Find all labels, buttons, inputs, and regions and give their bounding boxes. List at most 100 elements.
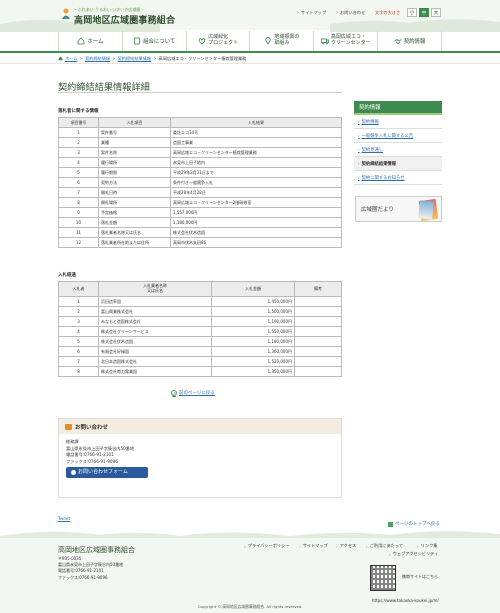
table-cell: 平成29年3月31日まで xyxy=(170,167,342,178)
contact-body: 総務課 富山県氷見市上田子字筱谷内50番地 電話番号:0766-91-2101 … xyxy=(59,434,341,483)
table-cell: 7 xyxy=(58,356,99,367)
table-cell: 2 xyxy=(58,137,99,148)
winner-info-table: 項目番号 入札項目 入札結果 1 案件番号 委託エコ34号 2 業種 造園工事業 3 案件名称… xyxy=(58,117,342,248)
table-row: 9 予定価格 1,557,000円 xyxy=(58,207,342,218)
table-cell: 5 xyxy=(58,167,99,178)
contact-box: お問い合わせ 総務課 富山県氷見市上田子字筱谷内50番地 電話番号:0766-9… xyxy=(58,418,342,498)
sidebar-item-results[interactable]: › 契約締結結果情報 xyxy=(354,157,442,171)
table-cell xyxy=(294,336,342,347)
sidebar-item-contract-info[interactable]: › 契約情報 xyxy=(354,115,442,129)
table-cell: 1,350,000円 xyxy=(211,366,295,377)
site-title[interactable]: 高岡地区広域圏事務組合 xyxy=(74,13,175,26)
back-link[interactable]: ↺ 前のページに戻る xyxy=(171,390,215,396)
table-cell: 造園工事業 xyxy=(170,137,342,148)
table-cell: 開札日時 xyxy=(98,187,171,198)
nav-contracts[interactable]: 契約情報 xyxy=(378,31,442,51)
table-cell xyxy=(294,316,342,327)
table-row: 8 開札場所 高岡広域エコ・クリーンセンター2階研修室 xyxy=(58,197,342,208)
table-cell: 株式会社帯刀電業園 xyxy=(98,366,212,377)
table-cell: 1 xyxy=(58,127,99,138)
util-link-sitemap[interactable]: › サイトマップ xyxy=(297,10,326,16)
logo-icon[interactable] xyxy=(61,8,71,20)
table-cell: 11 xyxy=(58,227,99,238)
table-cell: 10 xyxy=(58,217,99,228)
pagetop-link[interactable]: ページのトップへ戻る xyxy=(388,521,440,527)
breadcrumb-separator: > xyxy=(112,56,116,61)
breadcrumb-separator: > xyxy=(153,56,157,61)
contact-form-button[interactable]: お問い合わせフォーム xyxy=(66,467,148,478)
copyright: Copyright © 高岡地区広域圏事務組合. All rights rese… xyxy=(197,604,303,609)
table-cell: 1,360,000円 xyxy=(211,346,295,357)
font-size-large-button[interactable]: 大 xyxy=(431,8,441,17)
table-header: 備考 xyxy=(294,281,342,297)
table-cell: 1,557,000円 xyxy=(170,207,342,218)
table-cell: 1,190,000円 xyxy=(211,316,295,327)
nav-greening[interactable]: 広域緑化 プロジェクト xyxy=(187,31,251,51)
table-row: 7 開札日時 平成28年4月28日 xyxy=(58,187,342,198)
contact-heading: お問い合わせ xyxy=(59,419,341,434)
table-cell xyxy=(294,296,342,307)
table-cell: 5 xyxy=(58,336,99,347)
footer-link-access[interactable]: › アクセス xyxy=(336,543,356,549)
divider xyxy=(58,92,342,93)
qr-note: 携帯サイトはこちら xyxy=(402,574,438,579)
table-header: 項目番号 xyxy=(58,117,99,128)
qr-code xyxy=(370,565,396,591)
location-pin-icon xyxy=(265,37,272,45)
sidebar-heading: 契約情報 xyxy=(354,101,442,115)
table-cell: 平成28年4月28日 xyxy=(170,187,342,198)
table-row: 2 富山興業株式会社 1,500,000円 xyxy=(58,306,342,317)
footer-link-privacy[interactable]: › プライバシーポリシー xyxy=(244,543,289,549)
nav-regional[interactable]: 地域振興の 取組み xyxy=(250,31,315,51)
nav-home[interactable]: ホーム xyxy=(58,31,123,51)
page-title: 契約締結結果情報詳細 xyxy=(58,82,150,93)
breadcrumb-contract-info[interactable]: 契約締結情報 xyxy=(85,56,110,62)
table-cell: 8 xyxy=(58,366,99,377)
util-link-contact[interactable]: › お問い合わせ xyxy=(336,10,365,16)
nav-underline xyxy=(0,51,500,53)
sidebar-item-outlook[interactable]: › 契約見通し xyxy=(354,143,442,157)
font-size-label: 文字の大きさ xyxy=(375,10,401,15)
table-cell: 浜田造率園 xyxy=(98,296,212,307)
newsletter-image xyxy=(418,200,434,220)
table-cell: 7 xyxy=(58,187,99,198)
footer-link-links[interactable]: › リンク集 xyxy=(417,543,437,549)
footer-link-terms[interactable]: › ご利用にあたって xyxy=(366,543,403,549)
table-row: 3 案件名称 高岡広域エコ・クリーンセンター植栽管理業務 xyxy=(58,147,342,158)
chevron-right-icon: › xyxy=(389,551,391,557)
mobile-url[interactable]: https://www.takaoka-koukei.jp/m/ xyxy=(372,598,439,603)
font-size-medium-button[interactable]: 中 xyxy=(419,8,429,17)
tweet-button[interactable]: Tweet xyxy=(58,516,70,521)
table-cell: 委託エコ34号 xyxy=(170,127,342,138)
chevron-right-icon: › xyxy=(299,543,301,549)
breadcrumb-results[interactable]: 契約締結結果情報 xyxy=(118,56,152,62)
sidebar-item-tender-notices[interactable]: › 一般競争入札に関する公告 xyxy=(354,129,442,143)
table-cell: 1,500,000円 xyxy=(211,306,295,317)
home-icon xyxy=(78,37,85,45)
font-size-small-button[interactable]: 小 xyxy=(407,8,417,17)
chevron-right-icon: › xyxy=(417,543,419,549)
chevron-right-icon: › xyxy=(358,147,360,152)
breadcrumb-home[interactable]: ホーム xyxy=(65,56,77,62)
table-cell: 1,520,000円 xyxy=(211,356,295,367)
table-cell: 4 xyxy=(58,326,99,337)
section-title-bid-history: 入札経過 xyxy=(58,273,76,278)
footer-link-accessibility[interactable]: › ウェブアクセシビリティ xyxy=(389,551,438,557)
heart-leaf-icon xyxy=(198,38,206,45)
table-header: 入札項目 xyxy=(98,117,171,128)
table-row: 5 株式会社伏木造園 1,180,000円 xyxy=(58,336,342,347)
table-cell: 9 xyxy=(58,207,99,218)
nav-about[interactable]: 組合について xyxy=(123,31,187,51)
table-cell: 12 xyxy=(58,237,99,248)
arrow-up-icon xyxy=(388,521,393,527)
chevron-right-icon: › xyxy=(358,175,360,180)
nav-eco-center[interactable]: 高岡広域エコ・ クリーンセンター xyxy=(314,31,379,51)
table-cell: 案件名称 xyxy=(98,147,171,158)
newsletter-banner[interactable]: 広域圏だより xyxy=(355,196,442,222)
table-header: 入札業者名称 又は氏名 xyxy=(98,281,212,297)
footer-link-sitemap[interactable]: › サイトマップ xyxy=(299,543,328,549)
table-cell: 案件番号 xyxy=(98,127,171,138)
table-cell: 北日本造園株式会社 xyxy=(98,356,212,367)
table-cell xyxy=(294,356,342,367)
sidebar-item-notices[interactable]: › 契約に関するお知らせ xyxy=(354,171,442,185)
